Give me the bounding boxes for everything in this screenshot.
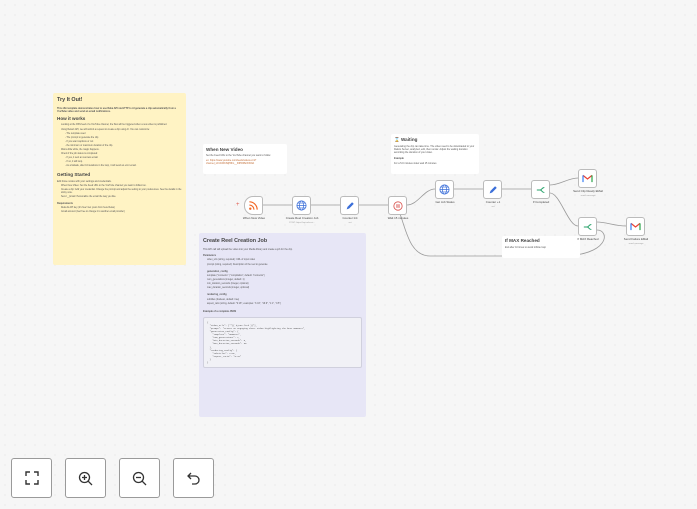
node-label: Send Failure EMail xyxy=(623,237,649,241)
node-subtitle: send: message xyxy=(628,242,644,245)
zoom-in-button[interactable] xyxy=(65,458,106,498)
sticky-note-waiting[interactable]: ⌛ Waiting Generating the clip can take t… xyxy=(391,134,479,174)
list-item: Gmail account (feel free to change it to… xyxy=(61,211,125,214)
how-title: How it works xyxy=(57,116,86,122)
if-branch-icon xyxy=(583,223,591,230)
node-if-completed[interactable] xyxy=(531,180,550,199)
node-send-clip-ready-email[interactable] xyxy=(578,169,597,188)
code-text: { "video_urls": [""{{ $json.link }}"], "… xyxy=(207,320,306,364)
gmail-icon xyxy=(582,174,593,183)
node-create-reel-job[interactable] xyxy=(292,196,311,215)
node-subtitle: POST: https://api.reka.ai... xyxy=(289,221,315,224)
list-item: - If yes, it sent an success email. xyxy=(65,157,99,160)
fit-view-icon xyxy=(24,471,39,485)
node-label: Send Clip Ready EMail xyxy=(573,189,603,193)
list-item: - The template used xyxy=(65,132,86,135)
node-subtitle: set xyxy=(348,221,352,224)
node-counter-init[interactable] xyxy=(340,196,359,215)
node-label: Counter Init xyxy=(342,216,358,220)
list-item: When New Video: Set the Feed URL to the … xyxy=(61,184,147,187)
list-item: Create a clip: Add your credential. Chan… xyxy=(61,188,182,194)
pause-icon xyxy=(392,200,403,211)
when-link[interactable]: ex: https://www.youtube.com/feeds/videos… xyxy=(206,159,284,165)
node-if-max-reached[interactable] xyxy=(578,217,597,236)
zoom-out-icon xyxy=(132,471,147,485)
node-label: If MAX Reached xyxy=(577,237,599,241)
node-label: When New Video xyxy=(242,216,266,220)
example-title: Example of a complete JSON xyxy=(203,309,237,313)
hourglass-icon: ⌛ xyxy=(394,137,400,142)
list-item: - The prompt to generate the clip xyxy=(65,136,99,139)
list-item: - As a failsafe, after 10 iterations in … xyxy=(65,165,137,168)
list-item: prompt (string, required): Description o… xyxy=(207,263,268,266)
node-send-failure-email[interactable] xyxy=(626,217,645,236)
sticky-note-when-new-video[interactable]: When New Video Set the Feed URL to the Y… xyxy=(203,144,287,174)
list-item: - If you want captions or not xyxy=(65,140,94,143)
list-item: Send __Email: Personalize the email the … xyxy=(61,196,117,199)
list-item: max_duration_seconds (integer, optional) xyxy=(207,287,250,290)
pencil-icon xyxy=(346,201,354,209)
node-wait[interactable] xyxy=(388,196,407,215)
when-text: Set the Feed URL to the YouTube channel … xyxy=(206,154,271,157)
node-subtitle: set xyxy=(491,205,495,208)
list-item: min_duration_seconds (integer, optional) xyxy=(207,283,249,286)
render-title: rendering_config xyxy=(207,293,227,297)
start-title: Getting Started xyxy=(57,171,91,177)
node-subtitle: send: message xyxy=(580,194,596,197)
list-item: Looking at the RSS feed of a YouTube cha… xyxy=(61,124,168,127)
add-trigger-icon[interactable]: + xyxy=(236,202,240,208)
list-item: Check if the job status is completed: xyxy=(61,153,98,156)
list-item: aspect_ratio (string, default: "9:16"; e… xyxy=(207,302,281,305)
node-get-job-status[interactable] xyxy=(435,180,454,199)
list-item: - If no, it will loop. xyxy=(65,161,83,164)
wait-title: ⌛ Waiting xyxy=(394,137,418,142)
list-item: subtitles (boolean, default: true) xyxy=(207,298,240,301)
node-counter-plus-one[interactable] xyxy=(483,180,502,199)
node-label: If Completed xyxy=(532,200,550,204)
list-item: - the minimum or maximum duration of the… xyxy=(65,144,113,147)
fit-view-button[interactable] xyxy=(11,458,52,498)
rss-icon xyxy=(249,201,258,210)
undo-icon xyxy=(187,472,200,485)
list-item: Wait a little while, the magic happens. xyxy=(61,149,100,152)
params-title: Parameters xyxy=(203,254,217,258)
list-item: Reka AI API key (it's free! Get yours fr… xyxy=(61,207,115,210)
create-intro: This API call will upload the video into… xyxy=(203,248,293,251)
gen-title: generation_config xyxy=(207,269,228,273)
node-label: Create Reel Creation Job xyxy=(285,216,319,220)
list-item: Using Reka's API, we will submit a reque… xyxy=(61,128,150,131)
globe-icon xyxy=(439,184,450,195)
when-title: When New Video xyxy=(206,147,243,152)
node-label: Counter +1 xyxy=(485,200,501,204)
gmail-icon xyxy=(630,222,641,231)
zoom-in-icon xyxy=(78,471,93,485)
sticky-note-intro[interactable]: Try It Out! This n8n template demonstrat… xyxy=(53,93,186,265)
pencil-icon xyxy=(489,185,497,193)
intro-title: Try It Out! xyxy=(57,97,83,103)
wait-example-title: Example xyxy=(394,156,404,160)
code-block: { "video_urls": [""{{ $json.link }}"], "… xyxy=(203,316,362,369)
intro-text: This n8n template demonstrates how to us… xyxy=(57,107,176,114)
globe-icon xyxy=(296,200,307,211)
max-text: Exit after 10 times to avoid infinite lo… xyxy=(505,246,546,249)
list-item: video_urls (string, required): URL of in… xyxy=(207,259,256,262)
list-item: template ("moments" | "compilation", def… xyxy=(207,274,265,277)
undo-button[interactable] xyxy=(173,458,214,498)
zoom-out-button[interactable] xyxy=(119,458,160,498)
wait-text: Generating the clip can take time. The v… xyxy=(394,145,475,155)
node-label: Wait 15 minutes xyxy=(387,216,409,220)
create-title: Create Reel Creation Job xyxy=(203,238,268,244)
sticky-note-create-reel[interactable]: Create Reel Creation Job This API call w… xyxy=(199,233,366,417)
node-when-new-video[interactable] xyxy=(244,196,263,215)
start-intro: Edit those nodes with your settings and … xyxy=(57,179,112,183)
list-item: num_generations (integer, default: 1) xyxy=(207,278,245,281)
req-title: Requirements xyxy=(57,202,73,206)
node-label: Get Job Status xyxy=(435,200,455,204)
wait-example: For a 5-6 minutes video wait 15 minutes xyxy=(394,161,437,165)
if-branch-icon xyxy=(536,186,544,193)
